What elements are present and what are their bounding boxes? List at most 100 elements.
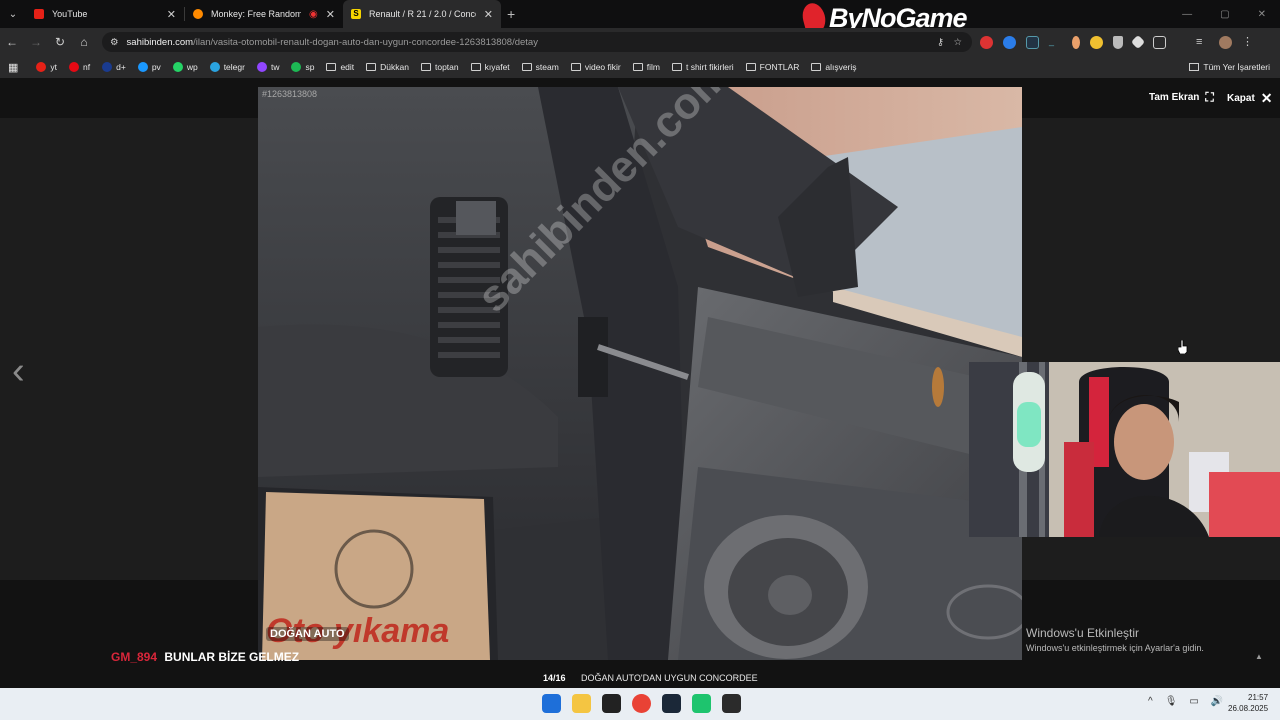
close-window-icon[interactable]: ✕ [1258, 9, 1266, 20]
youtube-icon [34, 9, 44, 19]
bookmark-11[interactable]: kıyafet [470, 62, 510, 72]
tab-strip: ⌄ YouTube ✕ Monkey: Free Random Vide ◉ ✕… [0, 0, 1280, 28]
microphone-icon[interactable]: 🎙 [1165, 696, 1178, 707]
folder-icon [632, 63, 643, 71]
extensions-puzzle-icon[interactable] [1153, 35, 1166, 49]
bookmark-6[interactable]: tw [256, 62, 279, 72]
dogan-auto-logo: DOĞAN AUTO [266, 627, 349, 641]
chat-text: BUNLAR BİZE GELMEZ [164, 650, 300, 664]
close-viewer-button[interactable]: Kapat ✕ [1227, 90, 1273, 107]
tab-search-button[interactable]: ⌄ [0, 0, 26, 28]
fullscreen-button[interactable]: Tam Ekran ⛶ [1149, 90, 1214, 105]
bookmark-9[interactable]: Dükkan [366, 62, 409, 72]
bookmark-10[interactable]: toptan [420, 62, 459, 72]
listing-photo[interactable]: Oto yıkama #1263813808 sahibinden.com [258, 87, 1022, 660]
folder-icon [420, 63, 431, 71]
stream-chat-message: GM_894 BUNLAR BİZE GELMEZ [111, 650, 299, 664]
extension-drop-icon[interactable] [1072, 35, 1080, 49]
xbox-icon[interactable] [722, 694, 741, 713]
extension-red-icon[interactable] [980, 35, 993, 49]
bookmark-5[interactable]: telegr [209, 62, 245, 72]
extension-shield-icon[interactable] [1113, 35, 1123, 49]
back-icon[interactable]: ← [0, 35, 24, 49]
reload-icon[interactable]: ↻ [48, 35, 72, 49]
bookmark-star-icon[interactable]: ☆ [953, 37, 962, 48]
maximize-icon[interactable]: ▢ [1220, 9, 1229, 20]
bookmark-15[interactable]: t shirt fikirleri [671, 62, 734, 72]
password-key-icon[interactable]: ⚷ [937, 37, 944, 48]
tab-renault-listing[interactable]: S Renault / R 21 / 2.0 / Concorde ✕ [343, 0, 501, 28]
extension-line-icon[interactable]: _ [1049, 36, 1062, 49]
photo-counter: 14/16 [543, 673, 566, 683]
tab-monkey[interactable]: Monkey: Free Random Vide ◉ ✕ [185, 0, 343, 28]
bookmark-14[interactable]: film [632, 62, 660, 72]
spotify-icon [291, 62, 302, 72]
site-info-icon[interactable]: ⚙ [110, 37, 119, 48]
url-path: /ilan/vasita-otomobil-renault-dogan-auto… [193, 36, 538, 48]
bookmark-12[interactable]: steam [521, 62, 559, 72]
app-icon[interactable] [692, 694, 711, 713]
bookmark-4[interactable]: wp [172, 62, 198, 72]
all-bookmarks[interactable]: Tüm Yer İşaretleri [1189, 56, 1270, 78]
photo-caption: DOĞAN AUTO'DAN UYGUN CONCORDEE [581, 673, 758, 683]
fullscreen-icon: ⛶ [1205, 90, 1214, 104]
bookmark-16[interactable]: FONTLAR [745, 62, 799, 72]
home-icon[interactable]: ⌂ [72, 35, 96, 49]
bookmark-13[interactable]: video fikir [570, 62, 621, 72]
extension-box-icon[interactable] [1026, 35, 1039, 49]
bookmark-0[interactable]: yt [36, 62, 57, 72]
file-explorer-icon[interactable] [572, 694, 591, 713]
volume-icon[interactable]: 🔊 [1211, 696, 1223, 707]
youtube-icon [36, 62, 47, 72]
folder-icon [366, 63, 377, 71]
minimize-icon[interactable]: — [1182, 9, 1192, 20]
window-controls: — ▢ ✕ [1182, 0, 1280, 28]
close-icon[interactable]: ✕ [326, 8, 335, 21]
extension-blue-icon[interactable] [1003, 35, 1016, 49]
bookmark-3[interactable]: pv [137, 62, 161, 72]
chrome-icon[interactable] [632, 694, 651, 713]
folder-icon [326, 63, 337, 71]
telegram-icon [209, 62, 220, 72]
url-host: sahibinden.com [126, 36, 194, 48]
apps-grid-icon[interactable]: ▦ [8, 61, 18, 74]
clock[interactable]: 21:57 26.08.2025 [1228, 692, 1268, 714]
tray-chevron-icon[interactable]: ^ [1148, 696, 1153, 707]
network-icon[interactable]: ▭ [1189, 696, 1198, 707]
bookmarks-bar: ▦ yt nf d+ pv wp telegr tw sp edit Dükkan toptan kı… [0, 56, 1280, 78]
terminal-icon[interactable] [602, 694, 621, 713]
bookmark-7[interactable]: sp [291, 62, 314, 72]
profile-avatar-icon[interactable] [1219, 35, 1232, 49]
bookmark-17[interactable]: alışveriş [811, 62, 857, 72]
whatsapp-icon [172, 62, 183, 72]
extension-diamond-icon[interactable] [1130, 34, 1146, 50]
twitch-icon [256, 62, 267, 72]
reading-list-icon[interactable]: ≡ [1196, 36, 1209, 49]
close-icon[interactable]: ✕ [167, 8, 176, 21]
netflix-icon [69, 62, 80, 72]
streamer-webcam [969, 362, 1280, 537]
extensions-row: _ ≡ ⋮ [980, 28, 1255, 56]
folder-icon [671, 63, 682, 71]
webcam-overlay [969, 362, 1280, 537]
close-icon[interactable]: ✕ [484, 8, 493, 21]
previous-photo-arrow[interactable]: ‹ [12, 350, 25, 393]
toolbar: ← → ↻ ⌂ ⚙ sahibinden.com/ilan/vasita-oto… [0, 28, 1280, 56]
new-tab-button[interactable]: + [507, 6, 515, 22]
menu-kebab-icon[interactable]: ⋮ [1242, 36, 1255, 49]
tab-youtube[interactable]: YouTube ✕ [26, 0, 184, 28]
bookmark-8[interactable]: edit [326, 62, 354, 72]
bookmark-2[interactable]: d+ [102, 62, 126, 72]
windows-activation-notice: Windows'u Etkinleştir Windows'u etkinleş… [1026, 626, 1204, 653]
chat-username: GM_894 [111, 650, 158, 664]
folder-icon [521, 63, 532, 71]
forward-icon[interactable]: → [24, 35, 48, 49]
disney-icon [102, 62, 113, 72]
windows-start-icon[interactable] [542, 694, 561, 713]
bookmark-1[interactable]: nf [69, 62, 90, 72]
scroll-up-icon[interactable]: ▲ [1255, 652, 1263, 661]
extension-coin-icon[interactable] [1090, 35, 1103, 49]
steam-icon[interactable] [662, 694, 681, 713]
address-bar[interactable]: ⚙ sahibinden.com/ilan/vasita-otomobil-re… [102, 32, 972, 52]
sahibinden-icon: S [351, 9, 361, 19]
